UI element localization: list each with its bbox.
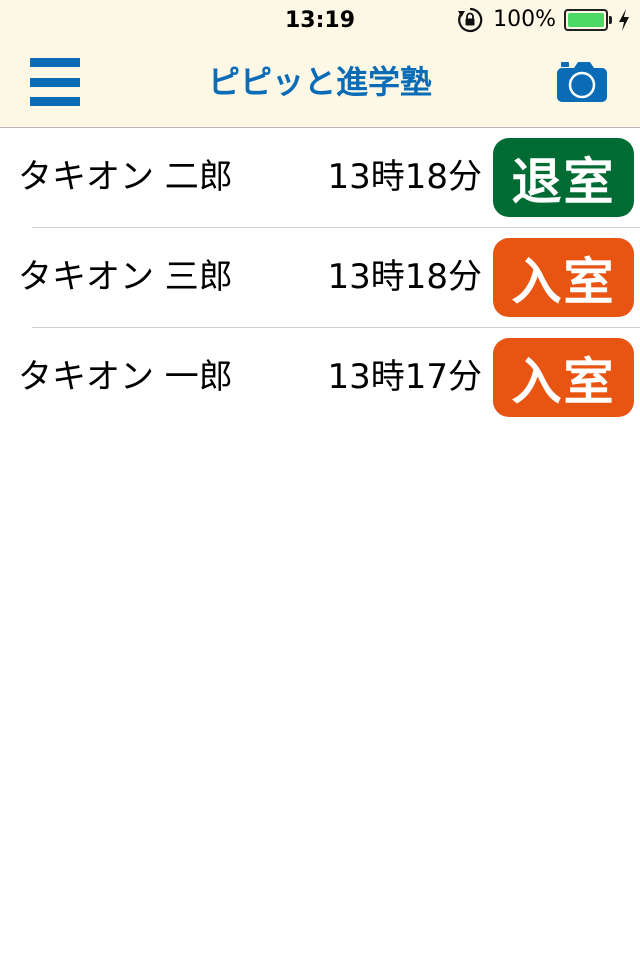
- list-item[interactable]: タキオン 二郎 13時18分 退室: [0, 128, 640, 228]
- list-item[interactable]: タキオン 三郎 13時18分 入室: [0, 228, 640, 328]
- student-name: タキオン 二郎: [18, 157, 233, 197]
- student-name: タキオン 三郎: [18, 257, 233, 297]
- camera-icon: [557, 62, 607, 102]
- attendance-list: タキオン 二郎 13時18分 退室 タキオン 三郎 13時18分 入室 タキオン 一郎 13時…: [0, 128, 640, 428]
- status-indicators: 100%: [457, 6, 630, 34]
- navigation-bar: 13:19 100% ピピッと進学塾: [0, 0, 640, 128]
- check-time: 13時18分: [327, 157, 482, 197]
- battery-percentage: 100%: [493, 7, 556, 32]
- battery-icon: [564, 9, 612, 31]
- student-name: タキオン 一郎: [18, 357, 233, 397]
- status-badge: 入室: [493, 338, 634, 417]
- rotation-lock-icon: [458, 7, 483, 33]
- status-badge: 入室: [493, 238, 634, 317]
- check-time: 13時17分: [327, 357, 482, 397]
- status-badge: 退室: [493, 138, 634, 217]
- camera-button[interactable]: [555, 60, 609, 104]
- page-title: ピピッと進学塾: [207, 63, 432, 101]
- check-time: 13時18分: [327, 257, 482, 297]
- list-item[interactable]: タキオン 一郎 13時17分 入室: [0, 328, 640, 428]
- charging-bolt-icon: [619, 9, 629, 31]
